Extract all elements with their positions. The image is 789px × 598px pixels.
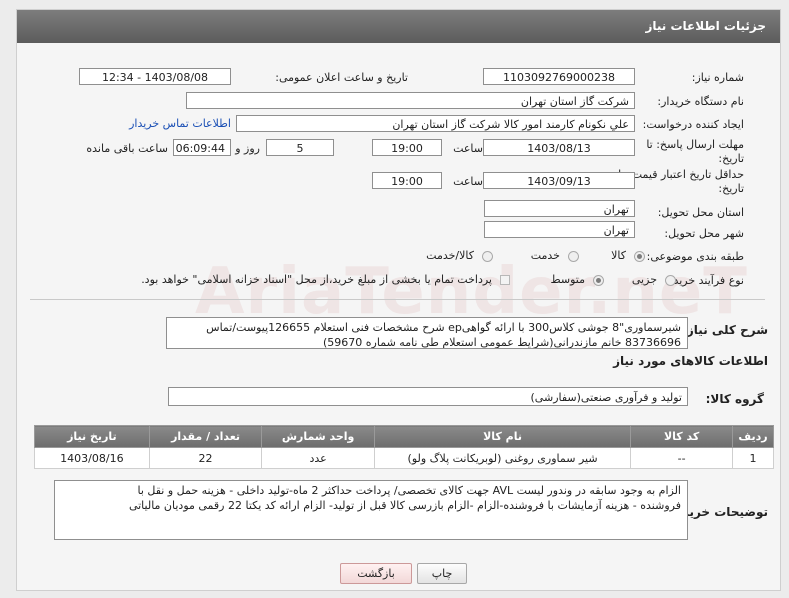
- cell-unit: عدد: [261, 447, 375, 469]
- process-label: نوع فرآیند خرید :: [666, 274, 744, 287]
- goods-table-header: ردیف کد کالا نام کالا واحد شمارش تعداد /…: [34, 425, 774, 448]
- need-number-field: 1103092769000238: [483, 68, 635, 85]
- col-need-date: تاریخ نیاز: [34, 425, 150, 448]
- cell-row-number: 1: [732, 447, 774, 469]
- remaining-time-label: ساعت باقی مانده: [86, 142, 168, 155]
- announce-date-field: 1403/08/08 - 12:34: [79, 68, 231, 85]
- province-label: استان محل تحویل:: [657, 206, 744, 219]
- buyer-contact-link[interactable]: اطلاعات تماس خریدار: [129, 117, 231, 130]
- city-field: تهران: [484, 221, 635, 238]
- goods-group-field: تولید و فرآوری صنعتی(سفارشی): [168, 387, 688, 406]
- announce-date-label: تاریخ و ساعت اعلان عمومی:: [275, 71, 408, 84]
- deadline-time-field: 19:00: [372, 139, 442, 156]
- cell-goods-name: شیر سماوری روغنی (لوبریکانت پلاگ ولو): [373, 447, 632, 469]
- deadline-date-field: 1403/08/13: [483, 139, 635, 156]
- goods-table: ردیف کد کالا نام کالا واحد شمارش تعداد /…: [34, 425, 774, 469]
- creator-field: علي نكونام كارمند امور كالا شركت گاز است…: [236, 115, 635, 132]
- goods-group-label: گروه کالا:: [705, 392, 764, 406]
- col-goods-name: نام کالا: [373, 425, 632, 448]
- price-validity-date-field: 1403/09/13: [483, 172, 635, 189]
- remaining-days-field: 5: [266, 139, 334, 156]
- buyer-notes-line-1: الزام به وجود سابقه در وندور لیست AVL جه…: [137, 484, 681, 497]
- buyer-org-label: نام دستگاه خریدار:: [657, 95, 744, 108]
- table-row: 1 -- شیر سماوری روغنی (لوبریکانت پلاگ ول…: [34, 447, 774, 469]
- print-button[interactable]: چاپ: [417, 563, 467, 584]
- category-service-radio[interactable]: [568, 251, 579, 262]
- days-label: روز و: [235, 142, 260, 155]
- summary-line-1: شیرسماوری"8 جوشی کلاس300 با ارائه گواهیe…: [206, 321, 681, 334]
- summary-label: شرح کلی نیاز:: [682, 323, 768, 337]
- treasury-payment-note: پرداخت تمام یا بخشی از مبلغ خرید،از محل …: [141, 273, 492, 286]
- category-goods-label: کالا: [611, 249, 626, 262]
- buyer-notes-line-2: فروشنده - هزینه آزمایشات با فروشنده-الزا…: [128, 499, 681, 512]
- deadline-date-label: تاریخ:: [718, 152, 744, 165]
- price-validity-time-field: 19:00: [372, 172, 442, 189]
- cell-quantity: 22: [148, 447, 263, 469]
- price-validity-date-label: تاریخ:: [718, 182, 744, 195]
- col-unit: واحد شمارش: [261, 425, 375, 448]
- price-validity-time-label: ساعت: [453, 175, 483, 188]
- city-label: شهر محل تحویل:: [664, 227, 744, 240]
- col-quantity: تعداد / مقدار: [148, 425, 263, 448]
- goods-section-title: اطلاعات کالاهای مورد نیاز: [613, 354, 768, 368]
- deadline-label: مهلت ارسال پاسخ: تا: [646, 138, 744, 151]
- price-validity-label: حداقل تاریخ اعتبار قیمت: تا: [618, 168, 744, 181]
- summary-textarea: شیرسماوری"8 جوشی کلاس300 با ارائه گواهیe…: [166, 317, 688, 349]
- cell-need-date: 1403/08/16: [34, 447, 150, 469]
- process-medium-label: متوسط: [550, 273, 585, 286]
- cell-goods-code: --: [630, 447, 734, 469]
- buyer-org-field: شرکت گاز استان تهران: [186, 92, 635, 109]
- category-goods-radio[interactable]: [634, 251, 645, 262]
- col-row-number: ردیف: [732, 425, 774, 448]
- process-medium-radio[interactable]: [593, 275, 604, 286]
- category-label: طبقه بندی موضوعی:: [646, 250, 744, 263]
- need-number-label: شماره نیاز:: [691, 71, 744, 84]
- category-goods-service-label: کالا/خدمت: [426, 249, 474, 262]
- process-partial-radio[interactable]: [665, 275, 676, 286]
- panel-title: جزئیات اطلاعات نیاز: [17, 10, 780, 43]
- buyer-notes-textarea: الزام به وجود سابقه در وندور لیست AVL جه…: [54, 480, 688, 540]
- separator: [30, 299, 765, 300]
- back-button[interactable]: بازگشت: [340, 563, 412, 584]
- remaining-time-field: 06:09:44: [173, 139, 231, 156]
- deadline-time-label: ساعت: [453, 142, 483, 155]
- category-goods-service-radio[interactable]: [482, 251, 493, 262]
- creator-label: ایجاد کننده درخواست:: [642, 118, 744, 131]
- treasury-payment-checkbox[interactable]: [500, 275, 510, 285]
- province-field: تهران: [484, 200, 635, 217]
- summary-line-2: 83736696 خانم مازندرانی(شرایط عمومی استع…: [323, 336, 681, 349]
- process-partial-label: جزیی: [631, 273, 657, 286]
- category-service-label: خدمت: [530, 249, 560, 262]
- col-goods-code: کد کالا: [630, 425, 734, 448]
